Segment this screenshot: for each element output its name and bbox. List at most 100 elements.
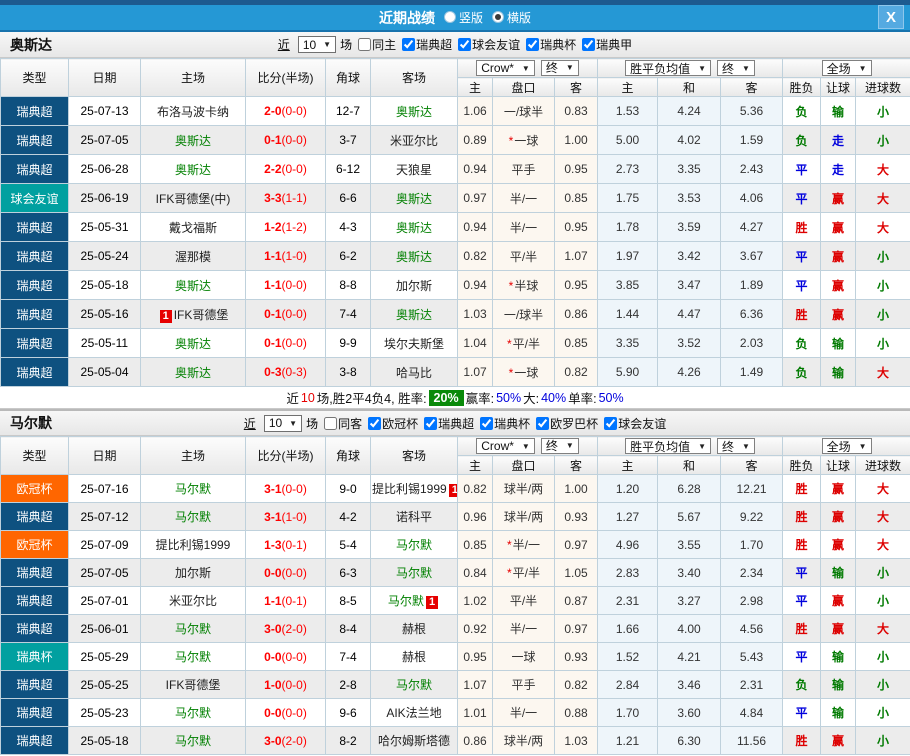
result-goals-cell: 大: [856, 475, 910, 503]
league-checkbox-label: 球会友谊: [618, 415, 666, 432]
home-team-name: 马尔默: [175, 482, 211, 496]
league-checkbox-瑞典超[interactable]: [424, 417, 437, 430]
date-cell: 25-07-01: [69, 587, 141, 615]
result-goals-cell-value: 小: [877, 279, 889, 293]
mean-away-cell: 1.89: [721, 271, 783, 300]
score-cell: 3-0(2-0): [246, 727, 326, 755]
league-checkbox-瑞典杯[interactable]: [480, 417, 493, 430]
away-team-cell: 马尔默: [371, 531, 458, 559]
league-type-cell: 瑞典超: [1, 155, 69, 184]
league-type-cell: 瑞典超: [1, 503, 69, 531]
score-cell: 2-0(0-0): [246, 97, 326, 126]
result-handicap-cell: 赢: [821, 615, 856, 643]
away-team-name: 奥斯达: [396, 105, 432, 119]
league-checkbox-欧罗巴杯[interactable]: [536, 417, 549, 430]
layout-radio-horizontal[interactable]: 横版: [492, 9, 531, 26]
col-header-客场: 客场: [371, 59, 458, 97]
date-cell: 25-05-18: [69, 727, 141, 755]
result-goals-cell: 大: [856, 531, 910, 559]
mean-final-select[interactable]: 终▼: [717, 60, 755, 76]
corner-cell: 9-9: [326, 329, 371, 358]
away-team-name: 马尔默: [396, 678, 432, 692]
odds-company-select[interactable]: Crow*▼: [476, 438, 535, 454]
league-checkbox-label: 瑞典杯: [494, 415, 530, 432]
same-venue-checkbox[interactable]: [324, 417, 337, 430]
mean-type-select[interactable]: 胜平负均值▼: [625, 60, 711, 76]
chevron-down-icon: ▼: [859, 64, 867, 73]
mean-final-select-label: 终: [722, 438, 734, 455]
scope-select[interactable]: 全场▼: [822, 438, 872, 454]
league-checkbox-label: 欧冠杯: [382, 415, 418, 432]
table-row: 瑞典超25-05-23马尔默0-0(0-0)9-6AIK法兰地1.01半/一0.…: [1, 699, 910, 727]
odds-away-cell: 0.88: [555, 699, 598, 727]
mean-home-cell: 1.66: [598, 615, 658, 643]
odds-final-select[interactable]: 终▼: [541, 438, 579, 454]
odds-home-cell: 1.01: [458, 699, 493, 727]
result-handicap-cell-value: 赢: [832, 192, 844, 206]
layout-radio-vertical[interactable]: 竖版: [444, 9, 483, 26]
mean-away-cell: 4.84: [721, 699, 783, 727]
date-cell: 25-07-12: [69, 503, 141, 531]
result-wdl-cell-value: 平: [796, 594, 808, 608]
table-row: 瑞典杯25-05-29马尔默0-0(0-0)7-4赫根0.95一球0.931.5…: [1, 643, 910, 671]
match-count-select[interactable]: 10▼: [298, 36, 336, 53]
scope-select[interactable]: 全场▼: [822, 60, 872, 76]
near-link[interactable]: 近: [278, 36, 290, 53]
mean-away-cell: 4.06: [721, 184, 783, 213]
mean-home-cell: 1.75: [598, 184, 658, 213]
odds-final-select[interactable]: 终▼: [541, 60, 579, 76]
same-venue-checkbox[interactable]: [358, 38, 371, 51]
radio-label: 竖版: [459, 9, 483, 26]
sub-header-客: 客: [555, 456, 598, 475]
home-team-name: 提比利锡1999: [156, 538, 231, 552]
mean-final-select[interactable]: 终▼: [717, 438, 755, 454]
date-cell: 25-05-11: [69, 329, 141, 358]
league-checkbox-瑞典杯[interactable]: [526, 38, 539, 51]
games-unit-label: 场: [340, 36, 352, 53]
mean-draw-cell: 3.53: [658, 184, 721, 213]
league-checkbox-欧冠杯[interactable]: [368, 417, 381, 430]
odds-away-cell: 0.87: [555, 587, 598, 615]
league-checkbox-球会友谊[interactable]: [604, 417, 617, 430]
odds-company-select[interactable]: Crow*▼: [476, 60, 535, 76]
league-checkbox-label: 瑞典超: [438, 415, 474, 432]
mean-draw-cell: 3.60: [658, 699, 721, 727]
mean-group-header: 胜平负均值▼ 终▼: [598, 437, 783, 456]
result-wdl-cell-value: 负: [796, 337, 808, 351]
odds-home-cell: 0.97: [458, 184, 493, 213]
away-team-cell: 奥斯达: [371, 300, 458, 329]
result-wdl-cell-value: 平: [796, 650, 808, 664]
result-goals-cell-value: 大: [877, 192, 889, 206]
results-table-1: 类型日期主场比分(半场)角球客场Crow*▼终▼胜平负均值▼终▼全场▼主盘口客主…: [0, 58, 910, 387]
result-handicap-cell: 输: [821, 97, 856, 126]
home-team-cell: 马尔默: [141, 699, 246, 727]
table-row: 瑞典超25-07-12马尔默3-1(1-0)4-2诺科平0.96球半/两0.93…: [1, 503, 910, 531]
chevron-down-icon: ▼: [566, 441, 574, 450]
league-checkbox-label: 瑞典杯: [540, 36, 576, 53]
corner-cell: 7-4: [326, 300, 371, 329]
result-goals-cell: 小: [856, 126, 910, 155]
odds-away-cell: 0.93: [555, 503, 598, 531]
date-cell: 25-06-28: [69, 155, 141, 184]
away-team-name: 提比利锡1999: [372, 482, 447, 496]
league-checkbox-瑞典甲[interactable]: [582, 38, 595, 51]
mean-draw-cell: 3.42: [658, 242, 721, 271]
odds-away-cell: 1.05: [555, 559, 598, 587]
date-cell: 25-07-05: [69, 126, 141, 155]
close-button[interactable]: X: [878, 5, 904, 29]
away-team-name: 诺科平: [396, 510, 432, 524]
league-checkbox-球会友谊[interactable]: [458, 38, 471, 51]
score-cell: 2-2(0-0): [246, 155, 326, 184]
mean-away-cell: 11.56: [721, 727, 783, 755]
mean-away-cell: 2.31: [721, 671, 783, 699]
sub-header-主: 主: [598, 456, 658, 475]
league-checkbox-瑞典超[interactable]: [402, 38, 415, 51]
layout-radio-group: 竖版横版: [435, 9, 531, 27]
mean-type-select[interactable]: 胜平负均值▼: [625, 438, 711, 454]
near-link[interactable]: 近: [244, 415, 256, 432]
handicap-cell: 球半/两: [493, 503, 555, 531]
home-team-name: 奥斯达: [175, 279, 211, 293]
summary-record: 场,胜2平4负4, 胜率:: [317, 388, 427, 407]
match-count-select[interactable]: 10▼: [264, 415, 302, 432]
league-type-cell: 瑞典超: [1, 587, 69, 615]
